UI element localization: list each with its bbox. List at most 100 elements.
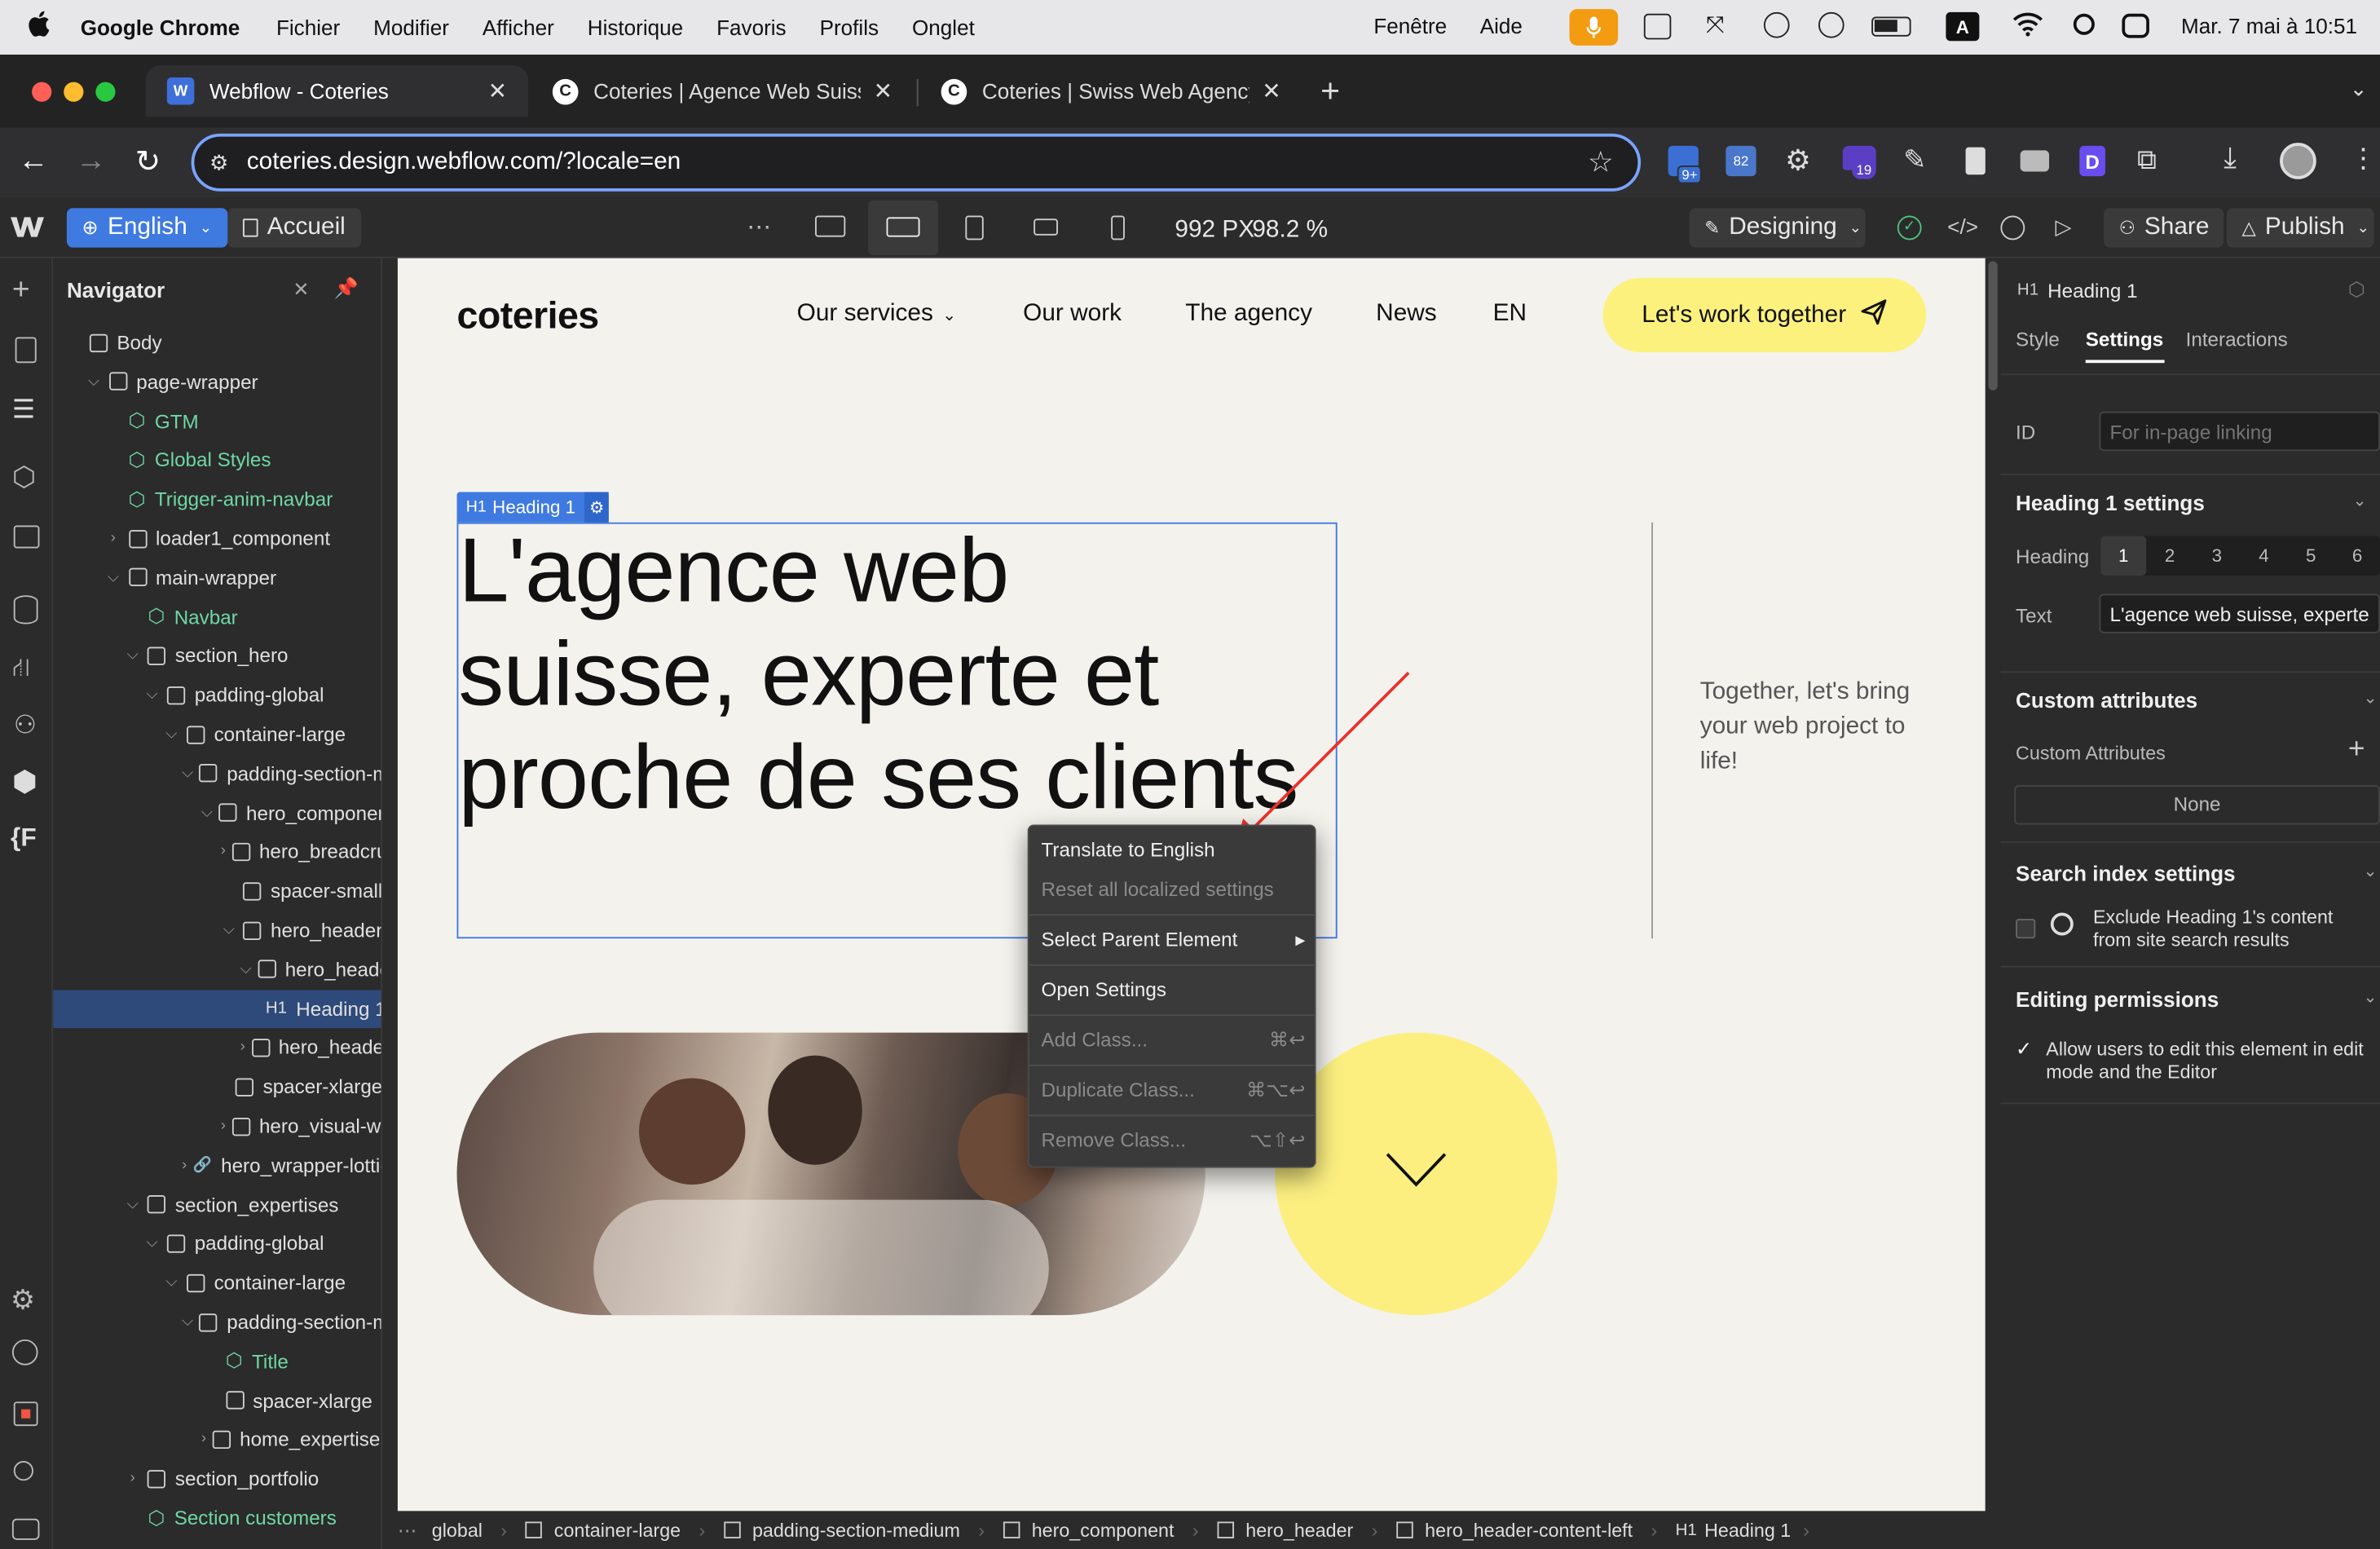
menu-item-reset-localized[interactable]: Reset all localized settings xyxy=(1042,878,1306,901)
chevron-right-icon[interactable]: › xyxy=(104,530,122,546)
chevron-right-icon[interactable]: › xyxy=(221,1118,226,1134)
breadcrumb-item[interactable]: hero_header xyxy=(1245,1520,1353,1541)
add-plus-icon[interactable]: + xyxy=(2348,734,2365,767)
extension-d-icon[interactable]: D xyxy=(2079,145,2105,177)
pin-icon[interactable]: 📌 xyxy=(334,276,359,301)
text-input[interactable]: L'agence web suisse, experte xyxy=(2099,594,2380,633)
new-tab-plus-icon[interactable]: + xyxy=(1320,72,1340,111)
extension-doc-icon[interactable] xyxy=(1965,147,1986,175)
chevron-down-icon[interactable]: ⌄ xyxy=(2364,861,2378,880)
wifi-icon[interactable] xyxy=(2012,12,2043,44)
play-circle-icon[interactable] xyxy=(1763,11,1790,38)
chevron-down-icon[interactable]: ⌄ xyxy=(942,304,956,324)
navigator-row[interactable]: › 🔗 hero_wrapper-lottie xyxy=(53,1146,381,1185)
input-source-icon[interactable]: A xyxy=(1946,11,1980,42)
chevron-down-icon[interactable]: ⌵ xyxy=(162,726,180,742)
user-circle-icon[interactable] xyxy=(1818,11,1844,38)
chevron-right-icon[interactable]: › xyxy=(124,1470,142,1486)
control-center-icon[interactable] xyxy=(2122,13,2149,38)
tablet-breakpoint-icon[interactable] xyxy=(965,215,984,241)
tab-interactions[interactable]: Interactions xyxy=(2186,328,2288,351)
forward-arrow-icon[interactable]: → xyxy=(76,144,106,179)
menubar-clock[interactable]: Mar. 7 mai à 10:51 xyxy=(2181,14,2357,38)
navigator-row[interactable]: spacer-small xyxy=(53,872,381,911)
heading-level-4[interactable]: 4 xyxy=(2241,545,2288,567)
heading-level-5[interactable]: 5 xyxy=(2287,545,2334,567)
components-cube-icon[interactable]: ⬡ xyxy=(12,461,36,493)
address-bar[interactable]: ⚙ coteries.design.webflow.com/?locale=en… xyxy=(191,133,1642,192)
more-icon[interactable]: ⋯ xyxy=(398,1519,416,1542)
navigator-row[interactable]: › hero_breadcru xyxy=(53,833,381,872)
chevron-right-icon[interactable]: › xyxy=(201,1431,206,1447)
chevron-down-icon[interactable]: ⌄ xyxy=(2364,688,2378,708)
more-icon[interactable]: ⋯ xyxy=(747,213,771,243)
chevron-down-icon[interactable]: ⌵ xyxy=(124,647,142,664)
breakpoint-active-button[interactable] xyxy=(868,200,938,255)
record-icon[interactable] xyxy=(13,1401,38,1427)
menu-item-open-settings[interactable]: Open Settings xyxy=(1042,978,1306,1001)
desktop-breakpoint-icon[interactable] xyxy=(815,215,846,237)
menu-aide[interactable]: Aide xyxy=(1480,14,1523,38)
assets-image-icon[interactable] xyxy=(13,525,40,549)
locale-switcher[interactable]: ⊕ English ⌄ xyxy=(66,208,227,248)
heading-level-6[interactable]: 6 xyxy=(2334,545,2380,567)
section-title[interactable]: Heading 1 settings xyxy=(2016,491,2205,515)
navigator-row[interactable]: › hero_header xyxy=(53,1029,381,1067)
breadcrumb-item[interactable]: global xyxy=(432,1520,483,1541)
battery-icon[interactable] xyxy=(1871,16,1911,37)
list-icon[interactable] xyxy=(1643,13,1672,40)
navigator-row[interactable]: ⬡ GTM xyxy=(53,402,381,440)
navigator-row[interactable]: › loader1_component xyxy=(53,519,381,558)
section-title[interactable]: Editing permissions xyxy=(2016,987,2219,1012)
navigator-row[interactable]: ⬡ Title xyxy=(53,1342,381,1380)
navigator-row[interactable]: ⌵ padding-section-m xyxy=(53,1303,381,1341)
nav-the-agency[interactable]: The agency xyxy=(1185,301,1312,329)
menu-item-select-parent[interactable]: Select Parent Element ▸ xyxy=(1042,928,1306,952)
menu-fenetre[interactable]: Fenêtre xyxy=(1373,14,1447,38)
menu-afficher[interactable]: Afficher xyxy=(483,15,554,40)
nav-news[interactable]: News xyxy=(1376,301,1437,329)
navigator-row[interactable]: ⌵ padding-section-m xyxy=(53,754,381,792)
mobile-portrait-icon[interactable] xyxy=(1111,215,1125,241)
section-title[interactable]: Search index settings xyxy=(2016,861,2236,885)
navigator-row[interactable]: spacer-xlarge xyxy=(53,1068,381,1106)
logic-flow-icon[interactable]: ⛙ xyxy=(12,653,30,686)
extension-gear-icon[interactable]: ⚙ xyxy=(1785,144,1811,179)
pages-icon[interactable] xyxy=(15,337,37,364)
heading-level-1[interactable]: 1 xyxy=(2100,536,2147,576)
menu-favoris[interactable]: Favoris xyxy=(716,15,786,40)
navigator-row[interactable]: ⌵ section_expertises xyxy=(53,1185,381,1224)
tab-settings[interactable]: Settings xyxy=(2086,328,2164,351)
menu-fichier[interactable]: Fichier xyxy=(276,15,340,40)
navigator-row[interactable]: ⬡ Navbar xyxy=(53,598,381,636)
search-icon[interactable] xyxy=(13,1460,33,1481)
scroll-down-circle[interactable] xyxy=(1275,1032,1558,1316)
reload-icon[interactable]: ↻ xyxy=(135,143,161,181)
navigator-row[interactable]: ⌵ padding-global xyxy=(53,1225,381,1263)
navigator-row[interactable]: spacer-xlarge xyxy=(53,1381,381,1419)
section-title[interactable]: Custom attributes xyxy=(2016,688,2197,713)
exclude-search-checkbox[interactable] xyxy=(2016,918,2036,939)
chevron-down-icon[interactable]: ⌵ xyxy=(182,1313,193,1330)
close-icon[interactable]: ✕ xyxy=(1262,77,1280,105)
breadcrumb-item[interactable]: padding-section-medium xyxy=(752,1520,960,1541)
preview-play-icon[interactable]: ▷ xyxy=(2055,214,2071,241)
navigator-row[interactable]: › hero_visual-wr xyxy=(53,1107,381,1145)
navigator-row[interactable]: ⌵ page-wrapper xyxy=(53,363,381,401)
nav-our-work[interactable]: Our work xyxy=(1023,301,1122,329)
chevron-down-icon[interactable]: ⌵ xyxy=(201,804,213,820)
add-element-plus-icon[interactable]: + xyxy=(12,273,30,308)
component-icon[interactable]: ⬡ xyxy=(2348,278,2365,302)
navigator-row[interactable]: ⌵ padding-global xyxy=(53,676,381,714)
menu-item-duplicate-class[interactable]: Duplicate Class... ⌘⌥↩ xyxy=(1042,1079,1306,1103)
navigator-icon[interactable]: ☰ xyxy=(12,395,35,425)
extension-calendar-icon[interactable]: 82 xyxy=(1726,145,1756,177)
tab-webflow[interactable]: W Webflow - Coteries ✕ xyxy=(145,65,529,117)
settings-gear-icon[interactable]: ⚙ xyxy=(11,1285,35,1317)
navigator-row[interactable]: ⬡ Global Styles xyxy=(53,441,381,479)
menu-modifier[interactable]: Modifier xyxy=(373,15,449,40)
webflow-logo-icon[interactable] xyxy=(11,214,45,241)
mode-switcher[interactable]: ✎ Designing ⌄ xyxy=(1689,208,1866,248)
chrome-menu-icon[interactable]: ⋮ xyxy=(2350,143,2378,174)
window-zoom-button[interactable] xyxy=(95,82,116,102)
